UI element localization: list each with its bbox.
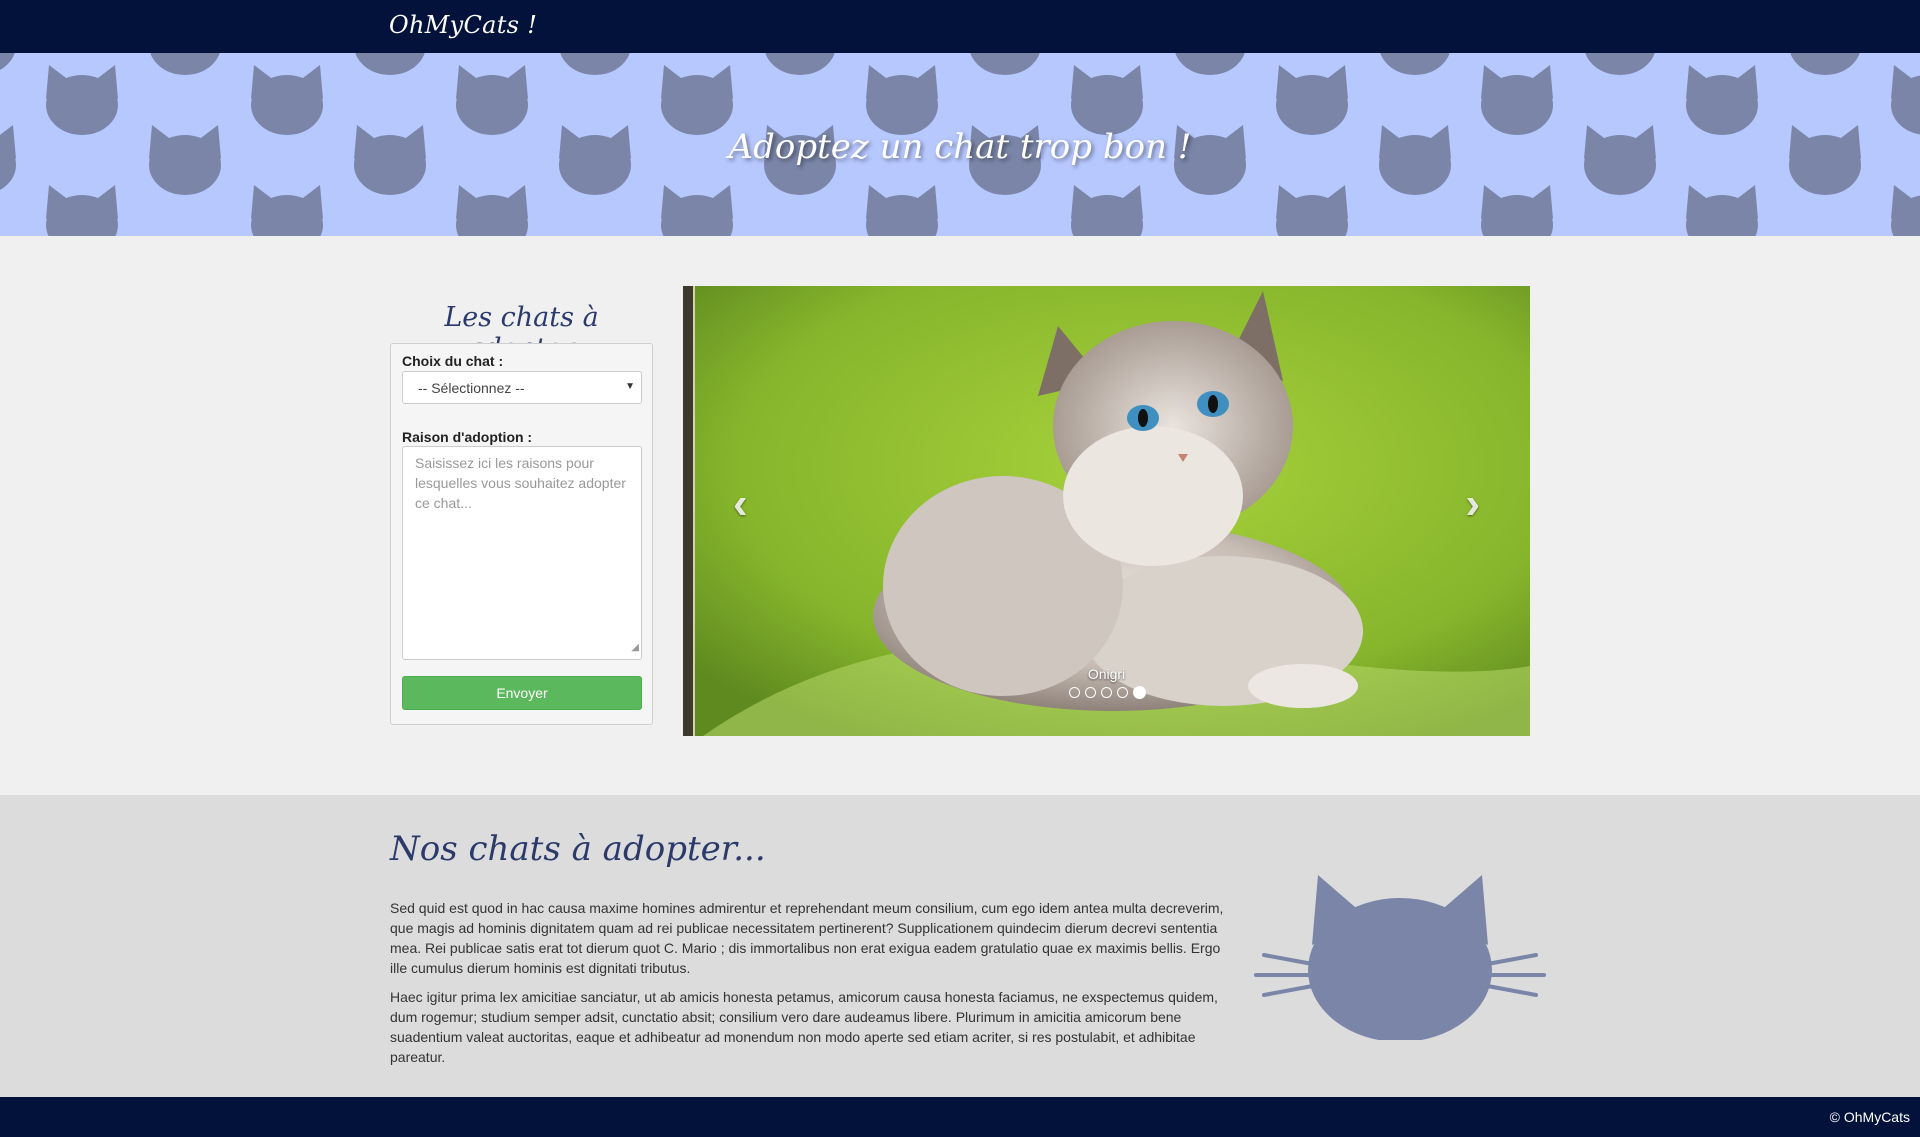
cat-head-icon [1790,53,1860,75]
carousel-caption: Onigri [1087,666,1126,682]
about-title: Nos chats à adopter... [390,829,766,869]
submit-button[interactable]: Envoyer [402,676,642,710]
chevron-right-icon[interactable]: › [1465,482,1480,526]
cat-choice-select[interactable]: -- Sélectionnez -- ▼ [402,371,642,404]
cat-head-icon [150,53,220,75]
about-paragraph: Sed quid est quod in hac causa maxime ho… [390,900,1224,976]
cat-head-icon [251,65,323,135]
cat-head-icon [1686,185,1758,236]
cat-head-icon [560,53,630,75]
carousel-indicator[interactable] [1085,687,1096,698]
cat-head-icon [1276,65,1348,135]
cat-head-icon [661,65,733,135]
cat-head-icon [1071,65,1143,135]
cat-head-icon [0,53,15,70]
cat-head-icon [1380,53,1450,75]
cat-head-icon [1276,185,1348,236]
reason-placeholder: Saisissez ici les raisons pour lesquelle… [415,455,626,511]
carousel-indicator[interactable] [1069,687,1080,698]
copyright: © OhMyCats [1829,1109,1910,1125]
cat-head-icon [251,185,323,236]
cat-head-icon [1071,185,1143,236]
caret-down-icon: ▼ [625,381,635,392]
cat-head-icon [355,53,425,75]
navbar: OhMyCats ! [0,0,1920,53]
cat-head-icon [1481,65,1553,135]
cat-face-icon [1254,875,1546,1040]
footer: © OhMyCats [0,1097,1920,1137]
hero-title: Adoptez un chat trop bon ! [728,127,1192,167]
cat-head-icon [866,185,938,236]
reason-textarea[interactable]: Saisissez ici les raisons pour lesquelle… [402,446,642,660]
cat-head-icon [1891,65,1920,135]
cat-head-icon [1686,65,1758,135]
cat-head-icon [46,185,118,236]
cat-head-icon [1891,185,1920,236]
cat-carousel: ‹ › Onigri [683,286,1530,736]
cat-head-icon [456,185,528,236]
cat-choice-value: -- Sélectionnez -- [418,380,525,396]
chevron-left-icon[interactable]: ‹ [733,482,748,526]
cat-head-icon [456,65,528,135]
cat-head-icon [1481,185,1553,236]
cat-head-icon [866,65,938,135]
adoption-form: Choix du chat : -- Sélectionnez -- ▼ Rai… [390,343,653,725]
carousel-indicator[interactable] [1117,687,1128,698]
cat-head-icon [970,53,1040,75]
cat-choice-label: Choix du chat : [402,353,504,369]
carousel-indicator-active[interactable] [1133,686,1146,699]
reason-label: Raison d'adoption : [402,429,533,445]
hero-banner: Adoptez un chat trop bon ! [0,53,1920,236]
resize-grip-icon[interactable]: ◢ [631,638,639,658]
cat-head-icon [661,185,733,236]
carousel-indicator[interactable] [1101,687,1112,698]
cat-head-icon [1175,53,1245,75]
about-paragraph: Haec igitur prima lex amicitiae sanciatu… [390,989,1218,1065]
brand-link[interactable]: OhMyCats ! [389,11,537,39]
cat-head-icon [46,65,118,135]
carousel-indicators [1069,686,1146,699]
cat-head-icon [765,53,835,75]
cat-head-icon [1585,53,1655,75]
